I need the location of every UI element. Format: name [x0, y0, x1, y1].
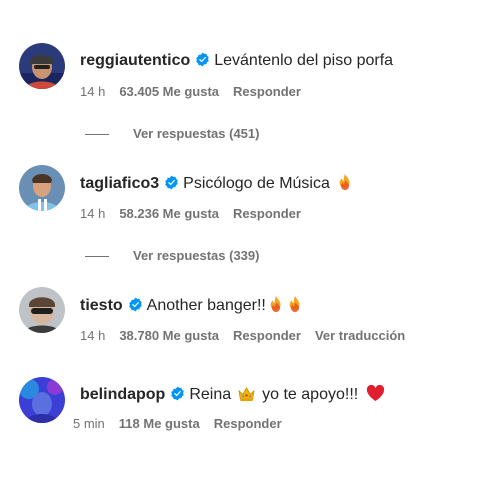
comment-text: Levántenlo del piso porfa [214, 52, 394, 69]
profile-photo-icon [19, 377, 65, 423]
reply-button[interactable]: Responder [214, 416, 282, 431]
timestamp: 14 h [80, 328, 106, 343]
replies-divider [85, 134, 109, 136]
comment-text: Psicólogo de Música [183, 175, 330, 192]
red-heart-emoji-icon [367, 385, 385, 402]
verified-badge-icon [164, 175, 179, 190]
comment-text-end: yo te apoyo!!! [262, 386, 359, 403]
fire-emoji-icon [267, 295, 285, 313]
reply-button[interactable]: Responder [233, 84, 301, 99]
avatar[interactable] [19, 43, 65, 89]
username[interactable]: reggiautentico [80, 52, 190, 69]
likes-count[interactable]: 38.780 Me gusta [119, 328, 219, 343]
verified-badge-icon [170, 386, 185, 401]
view-replies-button[interactable]: Ver respuestas (339) [85, 248, 259, 264]
profile-photo-icon [19, 43, 65, 89]
likes-count[interactable]: 58.236 Me gusta [119, 206, 219, 221]
profile-photo-icon [19, 287, 65, 333]
timestamp: 5 min [73, 416, 105, 431]
view-replies-label: Ver respuestas (451) [133, 126, 260, 141]
username[interactable]: belindapop [80, 386, 165, 403]
profile-photo-icon [19, 165, 65, 211]
replies-divider [85, 256, 109, 258]
username[interactable]: tiesto [80, 297, 123, 314]
translate-button[interactable]: Ver traducción [315, 328, 405, 343]
username[interactable]: tagliafico3 [80, 175, 159, 192]
avatar[interactable] [19, 377, 65, 423]
verified-badge-icon [195, 52, 210, 67]
likes-count[interactable]: 63.405 Me gusta [119, 84, 219, 99]
likes-count[interactable]: 118 Me gusta [119, 416, 200, 431]
comment-text: Another banger!! [146, 297, 266, 314]
comment-text-start: Reina [189, 386, 232, 403]
view-replies-label: Ver respuestas (339) [133, 248, 260, 263]
fire-emoji-icon [286, 295, 304, 313]
avatar[interactable] [19, 165, 65, 211]
timestamp: 14 h [80, 206, 106, 221]
verified-badge-icon [128, 297, 143, 312]
avatar[interactable] [19, 287, 65, 333]
view-replies-button[interactable]: Ver respuestas (451) [85, 126, 259, 142]
reply-button[interactable]: Responder [233, 206, 301, 221]
crown-emoji-icon [238, 387, 255, 402]
timestamp: 14 h [80, 84, 106, 99]
reply-button[interactable]: Responder [233, 328, 301, 343]
fire-emoji-icon [336, 173, 354, 191]
